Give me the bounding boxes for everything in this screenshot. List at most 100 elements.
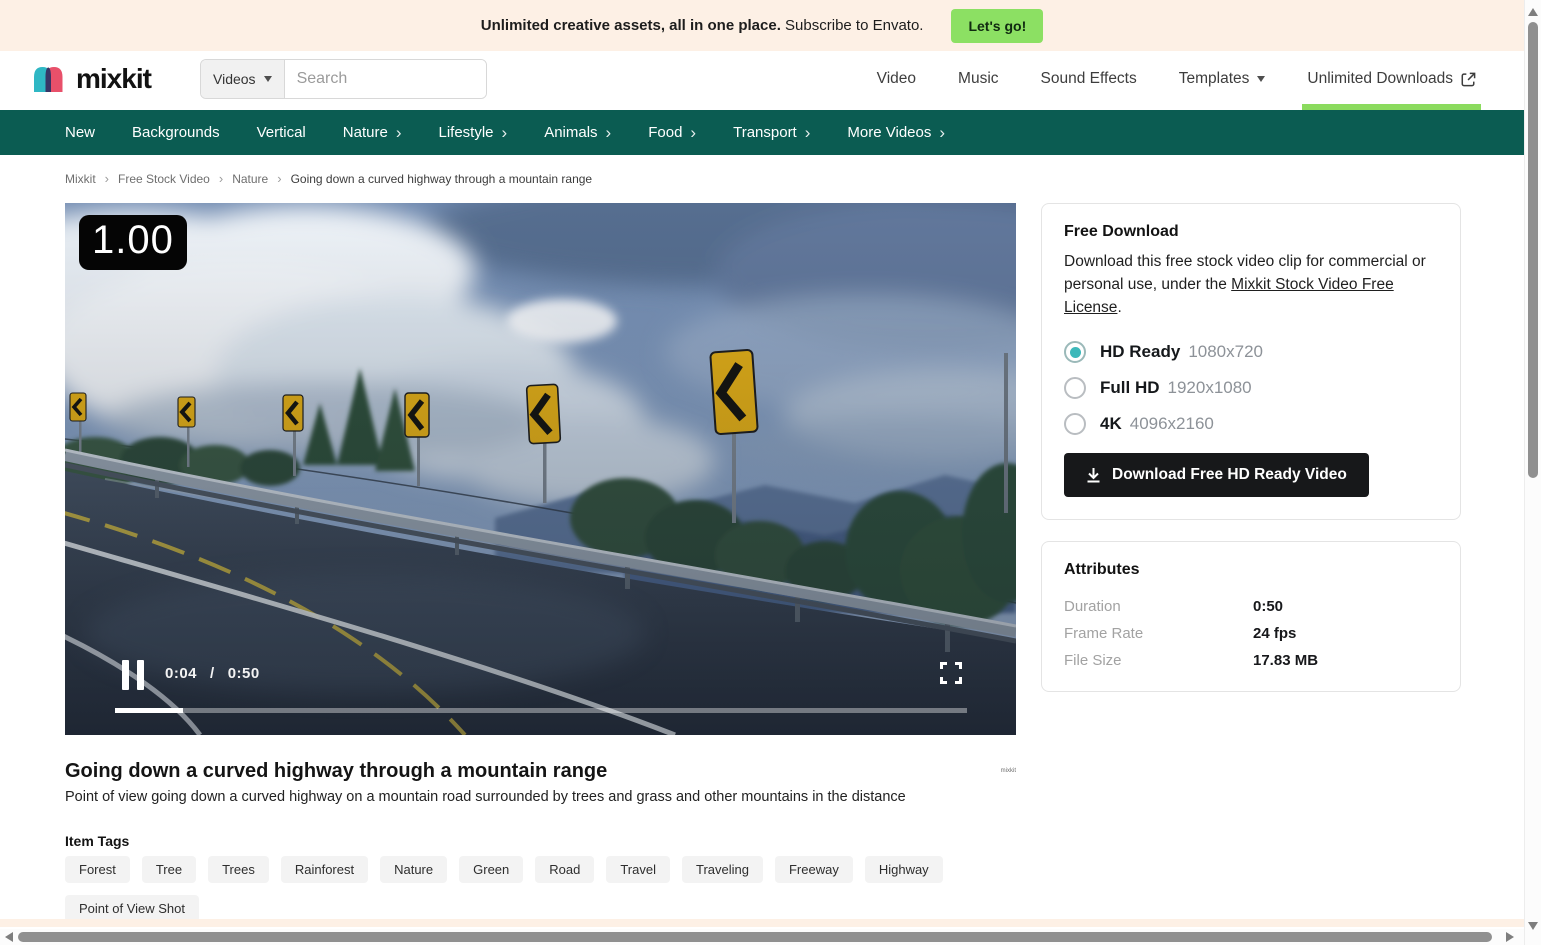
item-tags: Forest Tree Trees Rainforest Nature Gree… xyxy=(65,856,1065,922)
watermark-text: mixkit xyxy=(1001,768,1016,774)
scroll-right-arrow-icon[interactable] xyxy=(1506,932,1514,942)
video-frame xyxy=(65,203,1016,735)
radio-4k[interactable]: 4K4096x2160 xyxy=(1064,406,1438,442)
video-description: Point of view going down a curved highwa… xyxy=(65,789,945,805)
chevron-right-icon: › xyxy=(219,171,223,186)
horizontal-scrollbar[interactable] xyxy=(0,929,1524,945)
fullscreen-icon xyxy=(940,662,962,684)
navbar-item-backgrounds[interactable]: Backgrounds xyxy=(132,124,220,141)
radio-selected-icon xyxy=(1064,341,1086,363)
attr-value: 24 fps xyxy=(1253,625,1438,642)
lets-go-button[interactable]: Let's go! xyxy=(951,9,1043,43)
vertical-scrollbar[interactable] xyxy=(1524,0,1541,945)
pause-button[interactable] xyxy=(122,660,144,690)
tag-point-of-view-shot[interactable]: Point of View Shot xyxy=(65,895,199,922)
progress-bar[interactable] xyxy=(115,708,967,713)
horizontal-scrollbar-thumb[interactable] xyxy=(18,932,1492,942)
navbar-item-more-videos[interactable]: More Videos› xyxy=(847,124,945,141)
progress-fill xyxy=(115,708,183,713)
attributes-panel: Attributes Duration 0:50 Frame Rate 24 f… xyxy=(1041,541,1461,692)
radio-unselected-icon xyxy=(1064,377,1086,399)
current-time: 0:04 xyxy=(165,665,197,682)
navbar-item-animals[interactable]: Animals› xyxy=(544,124,611,141)
radio-full-hd[interactable]: Full HD1920x1080 xyxy=(1064,370,1438,406)
item-tags-title: Item Tags xyxy=(65,833,129,849)
radio-hd-ready[interactable]: HD Ready1080x720 xyxy=(1064,334,1438,370)
nav-video[interactable]: Video xyxy=(877,51,916,107)
search-input[interactable] xyxy=(285,60,487,98)
breadcrumb-current: Going down a curved highway through a mo… xyxy=(291,172,593,186)
navbar-item-new[interactable]: New xyxy=(65,124,95,141)
page-title: Going down a curved highway through a mo… xyxy=(65,760,607,783)
mixkit-logo-icon xyxy=(33,65,69,93)
download-button[interactable]: Download Free HD Ready Video xyxy=(1064,453,1369,497)
navbar-item-lifestyle[interactable]: Lifestyle› xyxy=(438,124,507,141)
attr-value: 0:50 xyxy=(1253,598,1438,615)
scroll-down-arrow-icon[interactable] xyxy=(1528,922,1538,930)
promo-text-bold: Unlimited creative assets, all in one pl… xyxy=(481,17,781,34)
tag-tree[interactable]: Tree xyxy=(142,856,196,883)
chevron-right-icon: › xyxy=(396,126,402,140)
free-download-panel: Free Download Download this free stock v… xyxy=(1041,203,1461,520)
breadcrumb-free-stock-video[interactable]: Free Stock Video xyxy=(118,172,210,186)
nav-music[interactable]: Music xyxy=(958,51,998,107)
free-download-title: Free Download xyxy=(1064,223,1438,241)
mixkit-logo[interactable]: mixkit xyxy=(33,51,151,107)
header-nav: Video Music Sound Effects Templates Unli… xyxy=(877,51,1476,107)
fullscreen-button[interactable] xyxy=(940,662,962,684)
tag-trees[interactable]: Trees xyxy=(208,856,269,883)
chevron-right-icon: › xyxy=(502,126,508,140)
navbar-item-food[interactable]: Food› xyxy=(648,124,696,141)
logo-text: mixkit xyxy=(76,63,151,95)
tag-road[interactable]: Road xyxy=(535,856,594,883)
attributes-grid: Duration 0:50 Frame Rate 24 fps File Siz… xyxy=(1064,598,1438,669)
chevron-down-icon xyxy=(264,76,272,82)
breadcrumb-nature[interactable]: Nature xyxy=(232,172,268,186)
page: Unlimited creative assets, all in one pl… xyxy=(0,0,1541,945)
nav-sound-effects[interactable]: Sound Effects xyxy=(1041,51,1137,107)
chevron-right-icon: › xyxy=(939,126,945,140)
attr-label: Duration xyxy=(1064,598,1253,615)
nav-unlimited-downloads[interactable]: Unlimited Downloads xyxy=(1307,51,1476,107)
scroll-left-arrow-icon[interactable] xyxy=(5,932,13,942)
download-icon xyxy=(1086,467,1101,483)
breadcrumb-mixkit[interactable]: Mixkit xyxy=(65,172,96,186)
search-category-dropdown[interactable]: Videos xyxy=(201,60,285,98)
tag-freeway[interactable]: Freeway xyxy=(775,856,853,883)
external-link-icon xyxy=(1461,72,1476,87)
header: mixkit Videos Video Music S xyxy=(0,51,1524,107)
main-content: 1.00 0:04 / 0:50 Free Download Downloa xyxy=(65,203,1461,735)
playback-speed-badge: 1.00 xyxy=(79,215,187,270)
tag-nature[interactable]: Nature xyxy=(380,856,447,883)
attributes-title: Attributes xyxy=(1064,561,1438,579)
duration: 0:50 xyxy=(228,665,260,682)
navbar-item-nature[interactable]: Nature› xyxy=(343,124,402,141)
sidebar: Free Download Download this free stock v… xyxy=(1041,203,1461,735)
tag-traveling[interactable]: Traveling xyxy=(682,856,763,883)
time-separator: / xyxy=(210,665,215,682)
nav-templates[interactable]: Templates xyxy=(1179,51,1266,107)
vertical-scrollbar-thumb[interactable] xyxy=(1528,22,1538,478)
tag-forest[interactable]: Forest xyxy=(65,856,130,883)
free-download-description: Download this free stock video clip for … xyxy=(1064,250,1438,319)
chevron-right-icon: › xyxy=(690,126,696,140)
attr-label: File Size xyxy=(1064,652,1253,669)
navbar-item-transport[interactable]: Transport› xyxy=(733,124,810,141)
radio-unselected-icon xyxy=(1064,413,1086,435)
chevron-right-icon: › xyxy=(277,171,281,186)
promo-banner: Unlimited creative assets, all in one pl… xyxy=(0,0,1524,51)
tag-travel[interactable]: Travel xyxy=(606,856,670,883)
video-player[interactable]: 1.00 0:04 / 0:50 xyxy=(65,203,1016,735)
search-category-label: Videos xyxy=(213,71,256,87)
chevron-down-icon xyxy=(1257,76,1265,82)
attr-label: Frame Rate xyxy=(1064,625,1253,642)
tag-green[interactable]: Green xyxy=(459,856,523,883)
time-display: 0:04 / 0:50 xyxy=(165,665,260,682)
chevron-right-icon: › xyxy=(606,126,612,140)
category-navbar: New Backgrounds Vertical Nature› Lifesty… xyxy=(0,110,1524,155)
tag-rainforest[interactable]: Rainforest xyxy=(281,856,368,883)
scroll-up-arrow-icon[interactable] xyxy=(1528,8,1538,16)
navbar-item-vertical[interactable]: Vertical xyxy=(257,124,306,141)
tag-highway[interactable]: Highway xyxy=(865,856,943,883)
chevron-right-icon: › xyxy=(805,126,811,140)
